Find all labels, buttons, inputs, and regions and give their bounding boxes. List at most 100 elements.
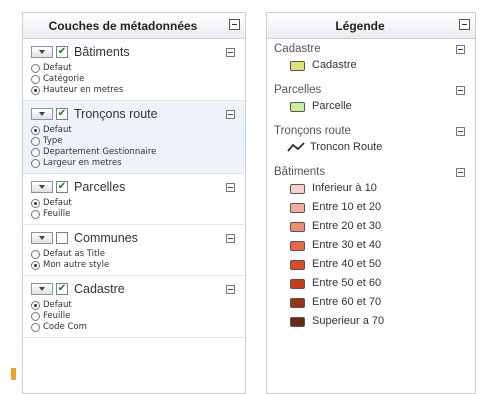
layer-header-row: ✔ Cadastre (31, 282, 245, 298)
style-option-label: Type (43, 136, 63, 146)
legend-item-label: Parcelle (312, 100, 352, 112)
legend-item: Entre 20 et 30 (274, 217, 467, 236)
legend-item: Superieur a 70 (274, 312, 467, 331)
style-option-label: Hauteur en metres (43, 85, 124, 95)
style-radio-button[interactable] (31, 126, 40, 135)
legend-color-swatch (290, 298, 305, 308)
style-option-label: Defaut (43, 198, 72, 208)
style-option[interactable]: Defaut (31, 125, 245, 136)
layers-panel-title: Couches de métadonnées (48, 19, 198, 33)
style-option-label: Feuille (43, 209, 71, 219)
style-radio-button[interactable] (31, 159, 40, 168)
legend-color-swatch (290, 317, 305, 327)
legend-item: Entre 10 et 20 (274, 198, 467, 217)
layer-item[interactable]: ✔ Tronçons route Defaut Type Departement Ges… (23, 101, 245, 174)
legend-group-collapse-button[interactable] (456, 45, 465, 54)
layer-menu-dropdown-button[interactable] (31, 232, 53, 244)
legend-panel: Légende Cadastre Cadastre Parcelles Parcell… (266, 12, 476, 394)
style-radio-button[interactable] (31, 64, 40, 73)
legend-item-label: Entre 50 et 60 (312, 277, 382, 289)
layer-name: Bâtiments (74, 45, 130, 59)
layer-menu-dropdown-button[interactable] (31, 46, 53, 58)
style-option-label: Mon autre style (43, 260, 110, 270)
legend-group-collapse-button[interactable] (456, 86, 465, 95)
legend-item: Troncon Route (274, 138, 467, 157)
style-radio-button[interactable] (31, 137, 40, 146)
legend-item-label: Entre 40 et 50 (312, 258, 382, 270)
style-radio-button[interactable] (31, 301, 40, 310)
layer-collapse-button[interactable] (226, 48, 235, 57)
style-radio-button[interactable] (31, 210, 40, 219)
layer-item[interactable]: ✔ Bâtiments Defaut Catégorie Hauteur en metr… (23, 39, 245, 101)
legend-group-name: Bâtiments (274, 166, 326, 178)
style-option[interactable]: Defaut (31, 300, 245, 311)
road-line-icon (287, 142, 305, 152)
legend-item-label: Entre 60 et 70 (312, 296, 382, 308)
style-option[interactable]: Catégorie (31, 74, 245, 85)
style-radio-button[interactable] (31, 250, 40, 259)
legend-panel-title: Légende (335, 19, 385, 33)
style-option[interactable]: Largeur en metres (31, 158, 245, 169)
legend-group-name: Parcelles (274, 84, 322, 96)
layer-visibility-checkbox[interactable]: ✔ (56, 283, 68, 295)
layer-item[interactable]: ✔ Parcelles Defaut Feuille (23, 174, 245, 225)
layer-visibility-checkbox[interactable]: ✔ (56, 108, 68, 120)
style-radio-button[interactable] (31, 323, 40, 332)
style-radio-button[interactable] (31, 75, 40, 84)
style-radio-button[interactable] (31, 261, 40, 270)
legend-group: Parcelles Parcelle (274, 83, 467, 116)
legend-group-header: Tronçons route (274, 124, 467, 138)
style-option[interactable]: Hauteur en metres (31, 85, 245, 96)
style-option[interactable]: Departement Gestionnaire (31, 147, 245, 158)
legend-panel-minimize-button[interactable] (459, 19, 470, 30)
style-radio-button[interactable] (31, 86, 40, 95)
layer-visibility-checkbox[interactable]: ✔ (56, 46, 68, 58)
style-option[interactable]: Code Com (31, 322, 245, 333)
layer-collapse-button[interactable] (226, 183, 235, 192)
style-option[interactable]: Defaut (31, 198, 245, 209)
layer-menu-dropdown-button[interactable] (31, 181, 53, 193)
legend-item: Parcelle (274, 97, 467, 116)
legend-group-collapse-button[interactable] (456, 168, 465, 177)
legend-item-label: Superieur a 70 (312, 315, 385, 327)
layer-visibility-checkbox[interactable]: ✔ (56, 181, 68, 193)
style-radio-button[interactable] (31, 199, 40, 208)
style-option[interactable]: Mon autre style (31, 260, 245, 271)
layer-item[interactable]: ✔ Cadastre Defaut Feuille Code Com (23, 276, 245, 338)
legend-color-swatch (290, 260, 305, 270)
legend-item-label: Entre 10 et 20 (312, 201, 382, 213)
layer-collapse-button[interactable] (226, 234, 235, 243)
legend-item-label: Troncon Route (310, 141, 383, 153)
legend-item-label: Cadastre (312, 59, 357, 71)
style-option[interactable]: Defaut (31, 63, 245, 74)
legend-item-label: Entre 20 et 30 (312, 220, 382, 232)
legend-item: Cadastre (274, 56, 467, 75)
style-option-label: Defaut (43, 125, 72, 135)
layers-panel-minimize-button[interactable] (229, 19, 240, 30)
style-option-label: Departement Gestionnaire (43, 147, 157, 157)
layer-header-row: ✔ Bâtiments (31, 45, 245, 61)
layer-collapse-button[interactable] (226, 110, 235, 119)
legend-group-collapse-button[interactable] (456, 127, 465, 136)
layer-item[interactable]: Communes Defaut as Title Mon autre style (23, 225, 245, 276)
style-option[interactable]: Feuille (31, 311, 245, 322)
style-radio-button[interactable] (31, 312, 40, 321)
layer-menu-dropdown-button[interactable] (31, 283, 53, 295)
layer-menu-dropdown-button[interactable] (31, 108, 53, 120)
style-option[interactable]: Type (31, 136, 245, 147)
orange-accent-marker (11, 368, 16, 380)
layer-collapse-button[interactable] (226, 285, 235, 294)
legend-panel-header: Légende (267, 13, 475, 39)
layers-panel-header: Couches de métadonnées (23, 13, 245, 39)
legend-group: Tronçons route Troncon Route (274, 124, 467, 157)
style-option[interactable]: Defaut as Title (31, 249, 245, 260)
style-option[interactable]: Feuille (31, 209, 245, 220)
legend-item: Entre 40 et 50 (274, 255, 467, 274)
legend-group-name: Tronçons route (274, 125, 351, 137)
layer-visibility-checkbox[interactable] (56, 232, 68, 244)
layer-list: ✔ Bâtiments Defaut Catégorie Hauteur en metr… (23, 39, 245, 338)
style-radio-button[interactable] (31, 148, 40, 157)
legend-item: Inferieur à 10 (274, 179, 467, 198)
legend-item: Entre 30 et 40 (274, 236, 467, 255)
legend-group-header: Cadastre (274, 42, 467, 56)
